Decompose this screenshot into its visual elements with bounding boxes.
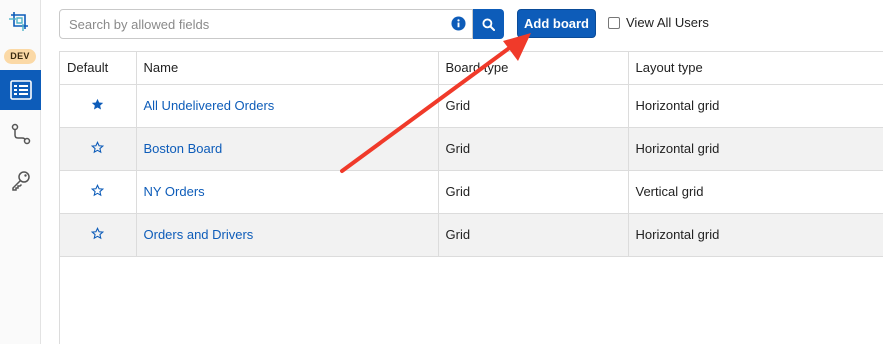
route-icon xyxy=(11,123,30,145)
default-cell[interactable] xyxy=(60,127,137,171)
column-header-default[interactable]: Default xyxy=(60,52,137,85)
table-header-row: Default Name Board type Layout type xyxy=(60,52,883,85)
default-cell[interactable] xyxy=(60,213,137,257)
info-icon[interactable] xyxy=(451,16,466,31)
view-all-users-checkbox[interactable] xyxy=(608,16,620,29)
key-icon xyxy=(11,171,30,191)
board-list-icon xyxy=(9,80,32,100)
layout-type-cell: Horizontal grid xyxy=(628,127,883,171)
layout-type-cell: Horizontal grid xyxy=(628,84,883,128)
search-input[interactable] xyxy=(60,10,440,38)
board-name-link[interactable]: NY Orders xyxy=(144,184,205,199)
column-header-board-type[interactable]: Board type xyxy=(438,52,629,85)
add-board-button[interactable]: Add board xyxy=(517,9,596,38)
nav-item-boards[interactable] xyxy=(0,70,41,110)
board-name-link[interactable]: Orders and Drivers xyxy=(144,227,254,242)
star-outline-icon[interactable] xyxy=(91,226,105,240)
view-all-users-toggle[interactable]: View All Users xyxy=(608,15,709,30)
search-button[interactable] xyxy=(473,9,504,39)
table-row[interactable]: Boston Board Grid Horizontal grid xyxy=(60,127,883,171)
default-cell[interactable] xyxy=(60,170,137,214)
search-field[interactable] xyxy=(59,9,473,39)
board-type-cell: Grid xyxy=(438,170,629,214)
table-row[interactable]: Orders and Drivers Grid Horizontal grid xyxy=(60,213,883,257)
column-header-name[interactable]: Name xyxy=(136,52,439,85)
default-cell[interactable] xyxy=(60,84,137,128)
search-icon xyxy=(482,17,495,31)
name-cell[interactable]: Orders and Drivers xyxy=(136,213,439,257)
column-header-layout-type[interactable]: Layout type xyxy=(628,52,883,85)
board-name-link[interactable]: Boston Board xyxy=(144,141,223,156)
view-all-users-label: View All Users xyxy=(626,15,709,30)
env-badge: DEV xyxy=(4,49,36,64)
board-name-link[interactable]: All Undelivered Orders xyxy=(144,98,275,113)
sidebar: DEV xyxy=(0,0,41,344)
star-outline-icon[interactable] xyxy=(91,140,105,154)
nav-item-api-keys[interactable] xyxy=(0,161,41,201)
name-cell[interactable]: All Undelivered Orders xyxy=(136,84,439,128)
layout-type-cell: Vertical grid xyxy=(628,170,883,214)
name-cell[interactable]: Boston Board xyxy=(136,127,439,171)
star-outline-icon[interactable] xyxy=(91,183,105,197)
board-type-cell: Grid xyxy=(438,84,629,128)
board-type-cell: Grid xyxy=(438,213,629,257)
name-cell[interactable]: NY Orders xyxy=(136,170,439,214)
star-filled-icon[interactable] xyxy=(91,98,104,111)
boards-table: Default Name Board type Layout type All … xyxy=(59,51,883,344)
board-type-cell: Grid xyxy=(438,127,629,171)
table-row[interactable]: NY Orders Grid Vertical grid xyxy=(60,170,883,214)
layout-type-cell: Horizontal grid xyxy=(628,213,883,257)
table-row[interactable]: All Undelivered Orders Grid Horizontal g… xyxy=(60,84,883,128)
app-logo-icon[interactable] xyxy=(8,10,32,34)
nav-item-routes[interactable] xyxy=(0,114,41,154)
